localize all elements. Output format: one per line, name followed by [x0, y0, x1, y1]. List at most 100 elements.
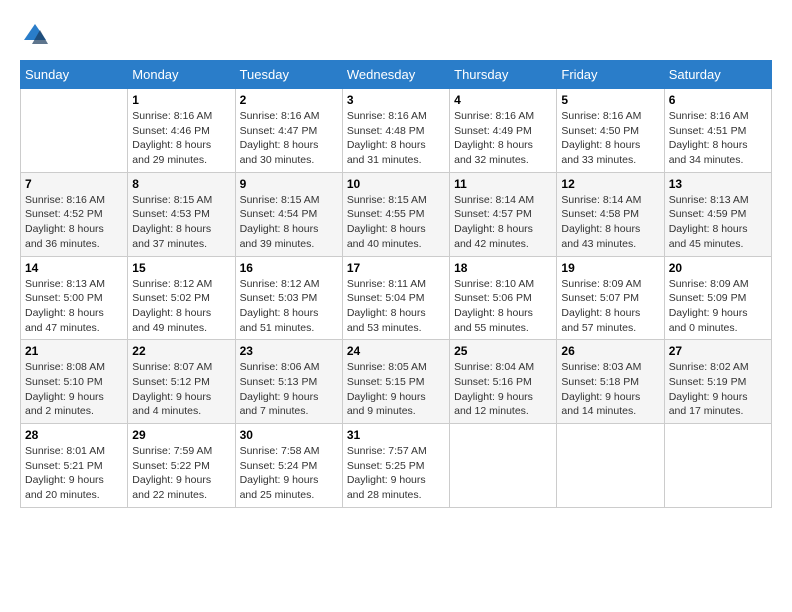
day-number: 28: [25, 428, 123, 442]
day-info: Sunrise: 8:10 AMSunset: 5:06 PMDaylight:…: [454, 277, 552, 336]
day-info: Sunrise: 8:13 AMSunset: 5:00 PMDaylight:…: [25, 277, 123, 336]
calendar-cell: 11 Sunrise: 8:14 AMSunset: 4:57 PMDaylig…: [450, 172, 557, 256]
calendar-cell: [664, 424, 771, 508]
day-number: 20: [669, 261, 767, 275]
header: [20, 20, 772, 50]
day-info: Sunrise: 8:04 AMSunset: 5:16 PMDaylight:…: [454, 360, 552, 419]
day-info: Sunrise: 8:01 AMSunset: 5:21 PMDaylight:…: [25, 444, 123, 503]
calendar-cell: [450, 424, 557, 508]
day-number: 5: [561, 93, 659, 107]
day-info: Sunrise: 7:58 AMSunset: 5:24 PMDaylight:…: [240, 444, 338, 503]
day-number: 19: [561, 261, 659, 275]
logo: [20, 20, 52, 50]
calendar-header-row: SundayMondayTuesdayWednesdayThursdayFrid…: [21, 61, 772, 89]
calendar-header-tuesday: Tuesday: [235, 61, 342, 89]
calendar-cell: 29 Sunrise: 7:59 AMSunset: 5:22 PMDaylig…: [128, 424, 235, 508]
day-number: 23: [240, 344, 338, 358]
day-info: Sunrise: 8:02 AMSunset: 5:19 PMDaylight:…: [669, 360, 767, 419]
day-number: 7: [25, 177, 123, 191]
calendar-cell: 7 Sunrise: 8:16 AMSunset: 4:52 PMDayligh…: [21, 172, 128, 256]
day-info: Sunrise: 8:08 AMSunset: 5:10 PMDaylight:…: [25, 360, 123, 419]
day-info: Sunrise: 8:03 AMSunset: 5:18 PMDaylight:…: [561, 360, 659, 419]
calendar-cell: 22 Sunrise: 8:07 AMSunset: 5:12 PMDaylig…: [128, 340, 235, 424]
day-number: 1: [132, 93, 230, 107]
calendar-header-sunday: Sunday: [21, 61, 128, 89]
day-number: 8: [132, 177, 230, 191]
day-number: 31: [347, 428, 445, 442]
calendar-cell: 25 Sunrise: 8:04 AMSunset: 5:16 PMDaylig…: [450, 340, 557, 424]
calendar-cell: 17 Sunrise: 8:11 AMSunset: 5:04 PMDaylig…: [342, 256, 449, 340]
day-info: Sunrise: 8:16 AMSunset: 4:48 PMDaylight:…: [347, 109, 445, 168]
calendar-cell: 19 Sunrise: 8:09 AMSunset: 5:07 PMDaylig…: [557, 256, 664, 340]
day-number: 30: [240, 428, 338, 442]
calendar-week-3: 14 Sunrise: 8:13 AMSunset: 5:00 PMDaylig…: [21, 256, 772, 340]
calendar-cell: 24 Sunrise: 8:05 AMSunset: 5:15 PMDaylig…: [342, 340, 449, 424]
day-info: Sunrise: 7:59 AMSunset: 5:22 PMDaylight:…: [132, 444, 230, 503]
day-number: 25: [454, 344, 552, 358]
day-number: 4: [454, 93, 552, 107]
day-number: 21: [25, 344, 123, 358]
day-info: Sunrise: 8:16 AMSunset: 4:50 PMDaylight:…: [561, 109, 659, 168]
day-number: 9: [240, 177, 338, 191]
day-info: Sunrise: 8:16 AMSunset: 4:49 PMDaylight:…: [454, 109, 552, 168]
day-number: 2: [240, 93, 338, 107]
calendar-cell: 20 Sunrise: 8:09 AMSunset: 5:09 PMDaylig…: [664, 256, 771, 340]
calendar-cell: 31 Sunrise: 7:57 AMSunset: 5:25 PMDaylig…: [342, 424, 449, 508]
calendar-header-monday: Monday: [128, 61, 235, 89]
calendar-week-2: 7 Sunrise: 8:16 AMSunset: 4:52 PMDayligh…: [21, 172, 772, 256]
day-number: 12: [561, 177, 659, 191]
calendar-week-1: 1 Sunrise: 8:16 AMSunset: 4:46 PMDayligh…: [21, 89, 772, 173]
logo-icon: [20, 20, 50, 50]
day-info: Sunrise: 8:15 AMSunset: 4:53 PMDaylight:…: [132, 193, 230, 252]
day-info: Sunrise: 8:16 AMSunset: 4:46 PMDaylight:…: [132, 109, 230, 168]
day-number: 10: [347, 177, 445, 191]
day-info: Sunrise: 8:05 AMSunset: 5:15 PMDaylight:…: [347, 360, 445, 419]
day-number: 13: [669, 177, 767, 191]
calendar-header-friday: Friday: [557, 61, 664, 89]
calendar-body: 1 Sunrise: 8:16 AMSunset: 4:46 PMDayligh…: [21, 89, 772, 508]
day-info: Sunrise: 7:57 AMSunset: 5:25 PMDaylight:…: [347, 444, 445, 503]
calendar-cell: 21 Sunrise: 8:08 AMSunset: 5:10 PMDaylig…: [21, 340, 128, 424]
calendar-cell: 6 Sunrise: 8:16 AMSunset: 4:51 PMDayligh…: [664, 89, 771, 173]
day-number: 29: [132, 428, 230, 442]
day-info: Sunrise: 8:12 AMSunset: 5:02 PMDaylight:…: [132, 277, 230, 336]
day-number: 22: [132, 344, 230, 358]
calendar-cell: 10 Sunrise: 8:15 AMSunset: 4:55 PMDaylig…: [342, 172, 449, 256]
calendar-cell: 12 Sunrise: 8:14 AMSunset: 4:58 PMDaylig…: [557, 172, 664, 256]
calendar-cell: 8 Sunrise: 8:15 AMSunset: 4:53 PMDayligh…: [128, 172, 235, 256]
day-info: Sunrise: 8:14 AMSunset: 4:58 PMDaylight:…: [561, 193, 659, 252]
day-info: Sunrise: 8:09 AMSunset: 5:07 PMDaylight:…: [561, 277, 659, 336]
calendar-cell: 2 Sunrise: 8:16 AMSunset: 4:47 PMDayligh…: [235, 89, 342, 173]
day-info: Sunrise: 8:07 AMSunset: 5:12 PMDaylight:…: [132, 360, 230, 419]
calendar-header-wednesday: Wednesday: [342, 61, 449, 89]
day-info: Sunrise: 8:16 AMSunset: 4:52 PMDaylight:…: [25, 193, 123, 252]
calendar-cell: 3 Sunrise: 8:16 AMSunset: 4:48 PMDayligh…: [342, 89, 449, 173]
calendar-cell: 13 Sunrise: 8:13 AMSunset: 4:59 PMDaylig…: [664, 172, 771, 256]
calendar-cell: [21, 89, 128, 173]
day-info: Sunrise: 8:12 AMSunset: 5:03 PMDaylight:…: [240, 277, 338, 336]
calendar-cell: 23 Sunrise: 8:06 AMSunset: 5:13 PMDaylig…: [235, 340, 342, 424]
day-info: Sunrise: 8:06 AMSunset: 5:13 PMDaylight:…: [240, 360, 338, 419]
day-number: 27: [669, 344, 767, 358]
day-number: 17: [347, 261, 445, 275]
day-info: Sunrise: 8:15 AMSunset: 4:55 PMDaylight:…: [347, 193, 445, 252]
calendar-header-thursday: Thursday: [450, 61, 557, 89]
day-number: 15: [132, 261, 230, 275]
day-number: 11: [454, 177, 552, 191]
day-number: 6: [669, 93, 767, 107]
day-number: 24: [347, 344, 445, 358]
day-info: Sunrise: 8:14 AMSunset: 4:57 PMDaylight:…: [454, 193, 552, 252]
calendar-table: SundayMondayTuesdayWednesdayThursdayFrid…: [20, 60, 772, 508]
calendar-cell: 15 Sunrise: 8:12 AMSunset: 5:02 PMDaylig…: [128, 256, 235, 340]
calendar-cell: 14 Sunrise: 8:13 AMSunset: 5:00 PMDaylig…: [21, 256, 128, 340]
calendar-header-saturday: Saturday: [664, 61, 771, 89]
day-number: 14: [25, 261, 123, 275]
day-info: Sunrise: 8:13 AMSunset: 4:59 PMDaylight:…: [669, 193, 767, 252]
day-info: Sunrise: 8:11 AMSunset: 5:04 PMDaylight:…: [347, 277, 445, 336]
calendar-cell: 27 Sunrise: 8:02 AMSunset: 5:19 PMDaylig…: [664, 340, 771, 424]
calendar-cell: 30 Sunrise: 7:58 AMSunset: 5:24 PMDaylig…: [235, 424, 342, 508]
day-info: Sunrise: 8:15 AMSunset: 4:54 PMDaylight:…: [240, 193, 338, 252]
day-info: Sunrise: 8:16 AMSunset: 4:47 PMDaylight:…: [240, 109, 338, 168]
calendar-cell: 4 Sunrise: 8:16 AMSunset: 4:49 PMDayligh…: [450, 89, 557, 173]
calendar-cell: 1 Sunrise: 8:16 AMSunset: 4:46 PMDayligh…: [128, 89, 235, 173]
